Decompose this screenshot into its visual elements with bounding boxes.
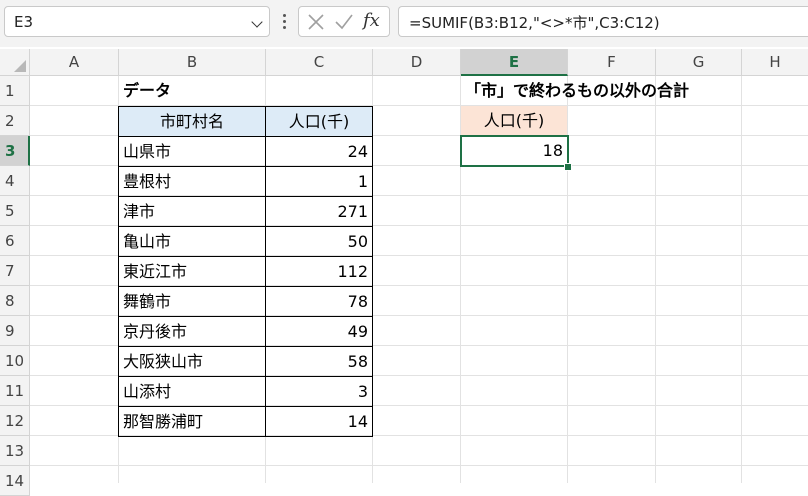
row-header-5[interactable]: 5	[0, 196, 30, 226]
row-header-4[interactable]: 4	[0, 166, 30, 196]
more-options-icon[interactable]	[283, 14, 287, 31]
data-title[interactable]: データ	[119, 76, 266, 106]
row-header-3[interactable]: 3	[0, 136, 30, 166]
header-population[interactable]: 人口(千)	[265, 106, 373, 137]
column-header-g[interactable]: G	[656, 49, 742, 76]
column-header-b[interactable]: B	[119, 49, 266, 76]
formula-buttons: fx	[298, 6, 390, 37]
result-title[interactable]: 「市」で終わるもの以外の合計	[461, 76, 741, 106]
row-header-1[interactable]: 1	[0, 76, 30, 106]
table-cell-name[interactable]: 津市	[118, 196, 266, 227]
table-cell-name[interactable]: 山添村	[118, 376, 266, 407]
table-cell-name[interactable]: 舞鶴市	[118, 286, 266, 317]
checkmark-icon[interactable]	[334, 12, 354, 32]
row-header-6[interactable]: 6	[0, 226, 30, 256]
result-header[interactable]: 人口(千)	[461, 106, 567, 135]
table-cell-name[interactable]: 豊根村	[118, 166, 266, 197]
row-header-13[interactable]: 13	[0, 436, 30, 466]
spreadsheet-grid: A B C D E F G H 1 2 3 4 5 6 7 8 9 10 11 …	[0, 49, 808, 496]
table-cell-name[interactable]: 東近江市	[118, 256, 266, 287]
column-header-d[interactable]: D	[373, 49, 461, 76]
active-cell-result[interactable]: 18	[460, 135, 569, 167]
table-cell-name[interactable]: 京丹後市	[118, 316, 266, 347]
table-cell-value[interactable]: 112	[265, 256, 373, 287]
table-cell-value[interactable]: 78	[265, 286, 373, 317]
table-cell-value[interactable]: 49	[265, 316, 373, 347]
insert-function-icon[interactable]: fx	[363, 10, 380, 31]
row-header-10[interactable]: 10	[0, 346, 30, 376]
table-cell-value[interactable]: 50	[265, 226, 373, 257]
row-header-7[interactable]: 7	[0, 256, 30, 286]
row-header-9[interactable]: 9	[0, 316, 30, 346]
row-header-11[interactable]: 11	[0, 376, 30, 406]
formula-text: =SUMIF(B3:B12,"<>*市",C3:C12)	[409, 14, 660, 32]
cancel-icon[interactable]	[306, 12, 326, 32]
formula-input[interactable]: =SUMIF(B3:B12,"<>*市",C3:C12)	[398, 6, 808, 37]
gridline	[655, 76, 656, 483]
row-header-8[interactable]: 8	[0, 286, 30, 316]
row-header-2[interactable]: 2	[0, 106, 30, 136]
table-cell-name[interactable]: 那智勝浦町	[118, 406, 266, 437]
column-header-e[interactable]: E	[461, 49, 568, 76]
table-cell-value[interactable]: 1	[265, 166, 373, 197]
fill-handle[interactable]	[564, 163, 572, 171]
chevron-down-icon[interactable]	[251, 16, 263, 28]
gridline	[741, 76, 742, 483]
column-header-f[interactable]: F	[568, 49, 656, 76]
gridline	[30, 465, 808, 466]
table-cell-name[interactable]: 亀山市	[118, 226, 266, 257]
row-header-12[interactable]: 12	[0, 406, 30, 436]
table-cell-value[interactable]: 271	[265, 196, 373, 227]
table-cell-value[interactable]: 24	[265, 136, 373, 167]
column-header-a[interactable]: A	[30, 49, 119, 76]
formula-bar: E3 fx =SUMIF(B3:B12,"<>*市",C3:C12)	[0, 0, 808, 47]
table-cell-name[interactable]: 大阪狭山市	[118, 346, 266, 377]
column-header-h[interactable]: H	[742, 49, 808, 76]
row-header-14[interactable]: 14	[0, 466, 30, 496]
name-box-value: E3	[14, 13, 34, 31]
header-municipality[interactable]: 市町村名	[118, 106, 266, 137]
select-all-button[interactable]	[0, 49, 30, 76]
table-cell-value[interactable]: 3	[265, 376, 373, 407]
table-cell-value[interactable]: 14	[265, 406, 373, 437]
table-cell-name[interactable]: 山県市	[118, 136, 266, 167]
name-box[interactable]: E3	[4, 6, 270, 37]
column-header-c[interactable]: C	[266, 49, 373, 76]
table-cell-value[interactable]: 58	[265, 346, 373, 377]
